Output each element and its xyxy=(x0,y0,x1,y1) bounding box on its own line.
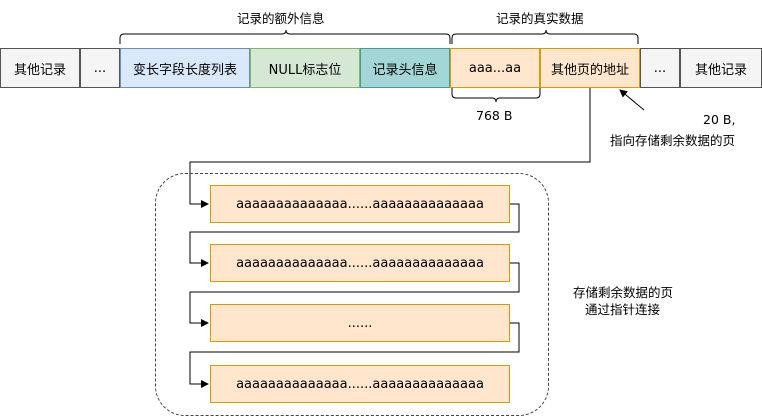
ellipsis-right: ... xyxy=(640,48,680,88)
other-page-address: 其他页的地址 xyxy=(540,48,640,88)
record-header: 记录头信息 xyxy=(360,48,450,88)
brace-extra-info xyxy=(119,29,451,44)
brace-real-data xyxy=(451,29,639,44)
group-note-line2: 通过指针连接 xyxy=(585,302,661,317)
null-flags: NULL标志位 xyxy=(250,48,360,88)
pointer-note-line2: 指向存储剩余数据的页 xyxy=(610,133,736,148)
record-other-right: 其他记录 xyxy=(680,48,762,88)
overflow-page: aaaaaaaaaaaaaa......aaaaaaaaaaaaaa xyxy=(210,244,510,282)
size-label: 768 B xyxy=(476,108,513,123)
label-real-data: 记录的真实数据 xyxy=(496,11,584,26)
var-length-list: 变长字段长度列表 xyxy=(120,48,250,88)
overflow-page: aaaaaaaaaaaaaa......aaaaaaaaaaaaaa xyxy=(210,365,510,403)
pointer-note-line1: 20 B, xyxy=(703,112,736,127)
brace-size xyxy=(451,88,541,103)
overflow-page: ...... xyxy=(210,304,510,342)
overflow-page: aaaaaaaaaaaaaa......aaaaaaaaaaaaaa xyxy=(210,185,510,223)
annotation-arrow xyxy=(619,89,645,111)
ellipsis-left: ... xyxy=(80,48,120,88)
record-other-left: 其他记录 xyxy=(0,48,80,88)
label-extra-info: 记录的额外信息 xyxy=(237,11,325,26)
data-prefix: aaa...aa xyxy=(450,48,540,88)
